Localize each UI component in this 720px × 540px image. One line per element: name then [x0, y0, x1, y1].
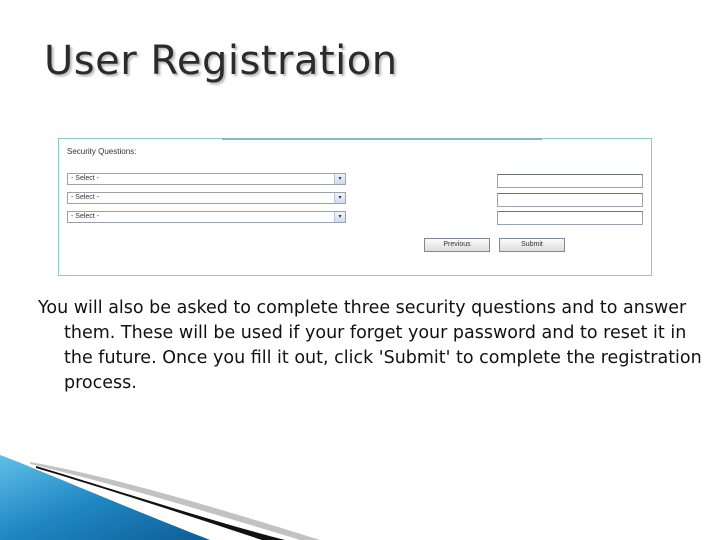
security-answer-input-2[interactable]	[497, 193, 643, 207]
blue-swoosh	[0, 455, 210, 540]
chevron-down-icon[interactable]: ▾	[334, 212, 345, 222]
panel-top-accent	[222, 138, 542, 140]
instruction-text: You will also be asked to complete three…	[38, 298, 702, 393]
slide-title: User Registration	[44, 38, 398, 84]
black-swoosh	[36, 466, 285, 540]
security-question-select-3[interactable]: - Select - ▾	[67, 211, 346, 223]
select-value: - Select -	[71, 194, 100, 201]
security-answer-input-3[interactable]	[497, 211, 643, 225]
grey-swoosh	[30, 462, 320, 540]
previous-button[interactable]: Previous	[424, 238, 490, 252]
security-question-select-2[interactable]: - Select - ▾	[67, 192, 346, 204]
select-value: - Select -	[71, 213, 100, 220]
security-question-select-1[interactable]: - Select - ▾	[67, 173, 346, 185]
chevron-down-icon[interactable]: ▾	[334, 193, 345, 203]
submit-button[interactable]: Submit	[499, 238, 565, 252]
registration-form-screenshot: Security Questions: - Select - ▾ - Selec…	[58, 138, 652, 276]
select-value: - Select -	[71, 175, 100, 182]
security-answer-input-1[interactable]	[497, 174, 643, 188]
security-questions-heading: Security Questions:	[67, 147, 137, 156]
chevron-down-icon[interactable]: ▾	[334, 174, 345, 184]
